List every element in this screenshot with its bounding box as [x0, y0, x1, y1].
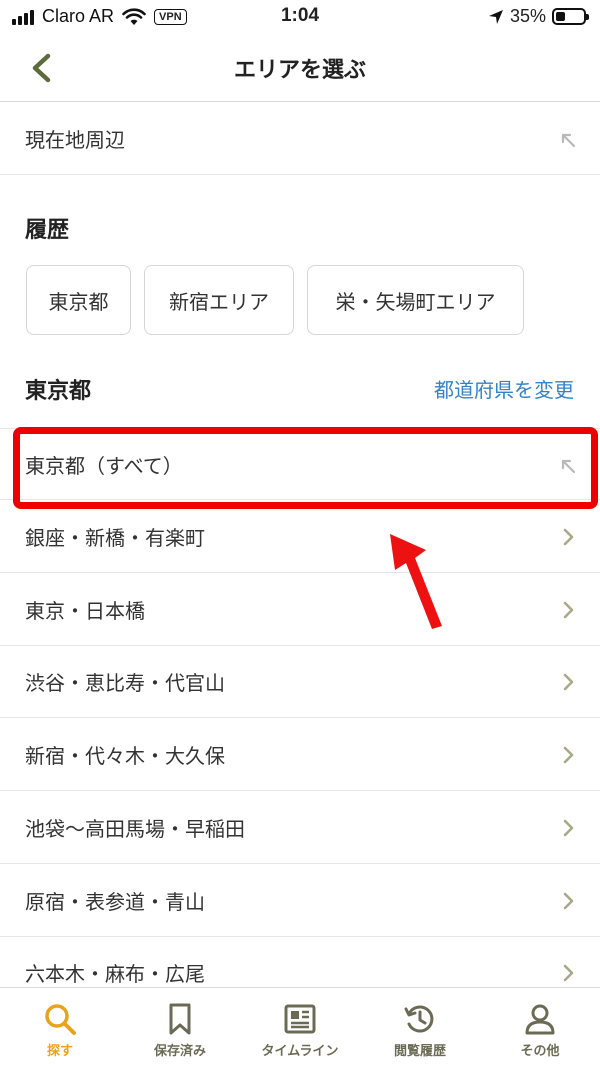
area-row[interactable]: 原宿・表参道・青山	[0, 865, 600, 937]
area-label: 渋谷・恵比寿・代官山	[25, 671, 225, 695]
tab-label: 保存済み	[153, 1044, 206, 1059]
tab-search[interactable]: 探す	[0, 988, 120, 1067]
status-right: 35%	[488, 6, 589, 27]
prefecture-title: 東京都	[25, 379, 92, 404]
history-chip-tokyo[interactable]: 東京都	[26, 265, 131, 335]
area-label: 銀座・新橋・有楽町	[25, 526, 205, 550]
chevron-right-icon	[563, 892, 574, 910]
chevron-right-icon	[563, 819, 574, 837]
area-row[interactable]: 池袋～高田馬場・早稲田	[0, 792, 600, 864]
battery-percent: 35%	[509, 6, 546, 26]
area-row[interactable]: 銀座・新橋・有楽町	[0, 501, 600, 573]
change-prefecture-link[interactable]: 都道府県を変更	[434, 374, 574, 403]
tab-saved[interactable]: 保存済み	[120, 988, 240, 1067]
chevron-right-icon	[563, 673, 574, 691]
page-title: エリアを選ぶ	[233, 58, 366, 83]
chevron-right-icon	[563, 964, 574, 982]
arrow-up-left-icon	[561, 133, 576, 148]
area-label: 東京・日本橋	[25, 599, 145, 623]
search-icon	[45, 1004, 76, 1035]
current-location-row[interactable]: 現在地周辺	[0, 103, 600, 175]
tab-other[interactable]: その他	[480, 988, 600, 1067]
area-label: 新宿・代々木・大久保	[25, 744, 225, 768]
history-chips: 東京都 新宿エリア 栄・矢場町エリア	[26, 265, 524, 335]
history-title: 履歴	[25, 218, 70, 243]
area-row[interactable]: 新宿・代々木・大久保	[0, 719, 600, 791]
navigation-bar: エリアを選ぶ	[0, 34, 600, 102]
tab-history[interactable]: 閲覧履歴	[360, 988, 480, 1067]
bookmark-icon	[169, 1003, 191, 1035]
arrow-up-left-icon	[561, 459, 576, 474]
tab-label: タイムライン	[261, 1044, 339, 1059]
tab-label: 閲覧履歴	[393, 1044, 446, 1059]
area-label: 原宿・表参道・青山	[25, 890, 205, 914]
person-icon	[525, 1004, 555, 1035]
tab-bar: 探す 保存済み タイムライン 閲覧履歴 その他	[0, 987, 600, 1067]
area-row[interactable]: 東京・日本橋	[0, 574, 600, 646]
area-all-label: 東京都（すべて）	[25, 453, 183, 478]
current-location-label: 現在地周辺	[25, 128, 125, 152]
location-arrow-icon	[488, 9, 503, 24]
history-clock-icon	[404, 1005, 434, 1033]
area-row[interactable]: 渋谷・恵比寿・代官山	[0, 646, 600, 718]
area-row-all[interactable]: 東京都（すべて）	[0, 428, 600, 500]
area-label: 六本木・麻布・広尾	[25, 962, 205, 986]
tab-label: 探す	[46, 1044, 73, 1059]
area-label: 池袋～高田馬場・早稲田	[25, 817, 245, 841]
status-bar: Claro AR VPN 1:04 35%	[0, 0, 600, 34]
newspaper-icon	[284, 1004, 316, 1034]
tab-label: その他	[520, 1044, 560, 1059]
chevron-right-icon	[563, 746, 574, 764]
tab-timeline[interactable]: タイムライン	[240, 988, 360, 1067]
history-chip-shinjuku[interactable]: 新宿エリア	[144, 265, 294, 335]
chevron-right-icon	[563, 601, 574, 619]
battery-icon	[552, 8, 589, 25]
chevron-right-icon	[563, 528, 574, 546]
history-chip-sakae[interactable]: 栄・矢場町エリア	[307, 265, 524, 335]
red-arrow-annotation	[390, 534, 442, 629]
